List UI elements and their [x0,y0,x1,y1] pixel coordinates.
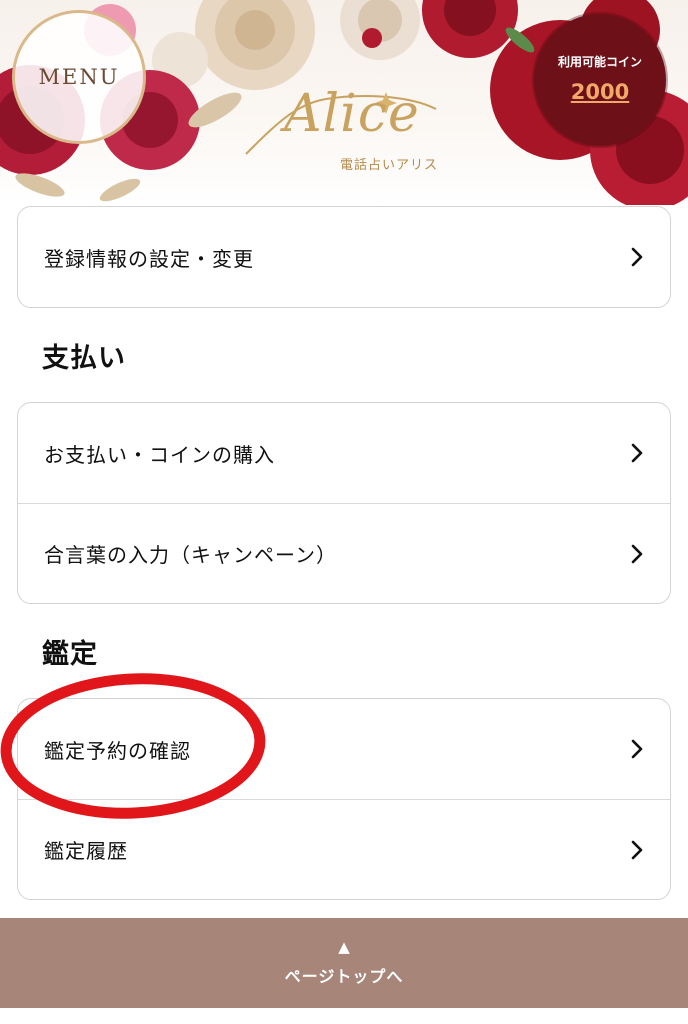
coin-value-link[interactable]: 2000 [571,80,629,104]
menu-item-payment-coin-purchase[interactable]: お支払い・コインの購入 [18,403,670,503]
header: MENU Alice 電話占いアリス 利用可能コイン 2000 [0,0,688,205]
chevron-right-icon [631,247,643,267]
menu-item-label: 鑑定予約の確認 [44,738,191,763]
logo: Alice 電話占いアリス [236,84,446,174]
menu-item-registration-settings[interactable]: 登録情報の設定・変更 [18,207,670,307]
menu-item-campaign-password[interactable]: 合言葉の入力（キャンペーン） [18,503,670,603]
chevron-right-icon [631,544,643,563]
menu-item-label: 鑑定履歴 [44,839,128,863]
page-top-label: ページトップへ [284,966,404,986]
menu-item-reservation-check[interactable]: 鑑定予約の確認 [18,699,670,799]
chevron-right-icon [631,840,643,859]
menu-item-reading-history[interactable]: 鑑定履歴 [18,799,670,899]
triangle-up-icon: ▲ [338,937,350,956]
menu-item-label: お支払い・コインの購入 [44,442,275,467]
logo-text: Alice [284,84,420,144]
menu-label: MENU [38,65,120,89]
section-title-reading: 鑑定 [42,639,98,670]
chevron-right-icon [631,443,643,463]
payment-card: お支払い・コインの購入 合言葉の入力（キャンペーン） [17,402,671,604]
chevron-right-icon [631,739,643,759]
coin-badge: 利用可能コイン 2000 [534,14,666,146]
menu-item-label: 登録情報の設定・変更 [44,246,254,271]
menu-button[interactable]: MENU [12,10,146,144]
account-card: 登録情報の設定・変更 [17,206,671,308]
logo-subtitle: 電話占いアリス [340,158,439,173]
page-top-button[interactable]: ▲ ページトップへ [0,918,688,1008]
coin-label: 利用可能コイン [557,54,642,69]
section-title-payment: 支払い [42,343,126,374]
reading-card: 鑑定予約の確認 鑑定履歴 [17,698,671,900]
menu-item-label: 合言葉の入力（キャンペーン） [44,543,337,567]
